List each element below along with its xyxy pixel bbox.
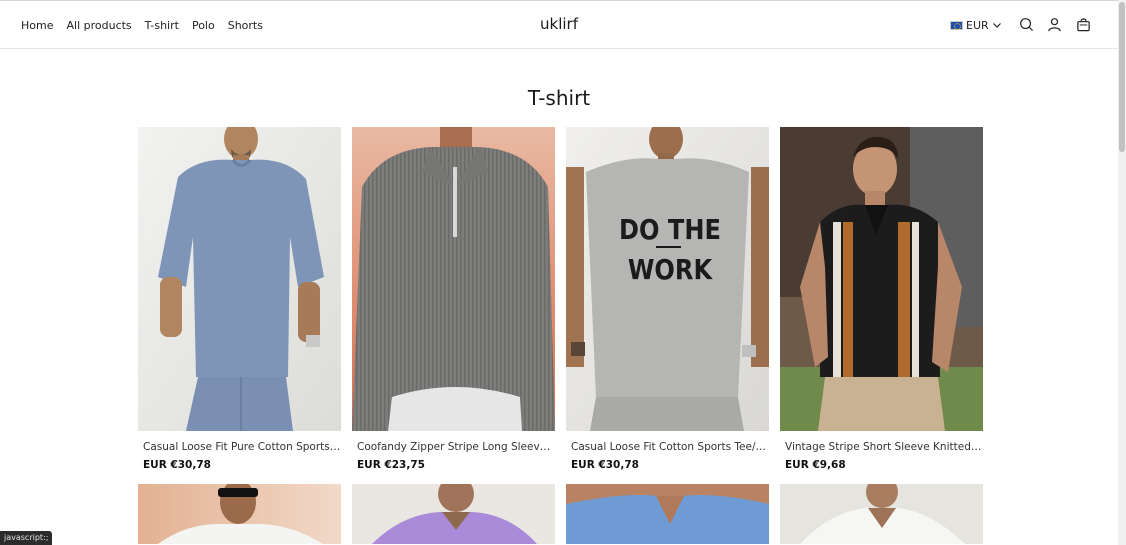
scrollbar-thumb[interactable]	[1119, 2, 1125, 152]
product-card[interactable]	[352, 484, 555, 544]
product-name[interactable]: Casual Loose Fit Pure Cotton Sports T-sh…	[138, 440, 341, 454]
site-header: Home All products T-shirt Polo Shorts uk…	[0, 1, 1118, 49]
product-image[interactable]: DO THE WORK	[566, 127, 769, 431]
nav-home-link[interactable]: Home	[21, 19, 53, 32]
product-card[interactable]	[566, 484, 769, 544]
product-card[interactable]: DO THE WORK Casual Loose Fit Cotton Spor…	[566, 127, 769, 472]
search-icon[interactable]	[1019, 17, 1034, 32]
product-card[interactable]	[138, 484, 341, 544]
product-image[interactable]	[780, 127, 983, 431]
product-card[interactable]: Casual Loose Fit Pure Cotton Sports T-sh…	[138, 127, 341, 472]
product-image[interactable]	[352, 484, 555, 544]
product-image[interactable]	[780, 484, 983, 544]
nav-all-products-link[interactable]: All products	[66, 19, 131, 32]
page-scrollbar[interactable]	[1118, 0, 1126, 545]
product-price: EUR €30,78	[571, 459, 639, 471]
product-image[interactable]	[138, 127, 341, 431]
eu-flag-icon	[950, 20, 963, 30]
shirt-print-line1: DO THE	[619, 214, 721, 246]
product-price: EUR €23,75	[357, 459, 425, 471]
product-image[interactable]	[566, 484, 769, 544]
product-price: EUR €30,78	[143, 459, 211, 471]
product-image[interactable]	[138, 484, 341, 544]
page-title: T-shirt	[527, 86, 591, 110]
product-card[interactable]: Vintage Stripe Short Sleeve Knitted Polo…	[780, 127, 983, 472]
main-nav: Home All products T-shirt Polo Shorts	[21, 1, 263, 49]
product-image[interactable]	[352, 127, 555, 431]
shirt-print-line2: WORK	[628, 254, 714, 286]
nav-polo-link[interactable]: Polo	[192, 19, 215, 32]
currency-code: EUR	[966, 18, 989, 32]
brand-logo-text[interactable]: uklirf	[540, 15, 578, 33]
product-grid: Casual Loose Fit Pure Cotton Sports T-sh…	[138, 127, 983, 544]
product-card[interactable]	[780, 484, 983, 544]
nav-tshirt-link[interactable]: T-shirt	[145, 19, 179, 32]
browser-status-bar: javascript:;	[0, 531, 53, 545]
product-name[interactable]: Coofandy Zipper Stripe Long Sleeve Polo	[352, 440, 555, 454]
chevron-down-icon	[992, 23, 1001, 28]
nav-shorts-link[interactable]: Shorts	[228, 19, 263, 32]
product-card[interactable]: Coofandy Zipper Stripe Long Sleeve Polo …	[352, 127, 555, 472]
product-name[interactable]: Casual Loose Fit Cotton Sports Tee/ Spor…	[566, 440, 769, 454]
product-name[interactable]: Vintage Stripe Short Sleeve Knitted Polo…	[780, 440, 983, 454]
cart-icon[interactable]	[1076, 17, 1091, 32]
product-price: EUR €9,68	[785, 459, 846, 471]
account-icon[interactable]	[1047, 17, 1062, 32]
currency-selector[interactable]: EUR	[950, 16, 1002, 34]
